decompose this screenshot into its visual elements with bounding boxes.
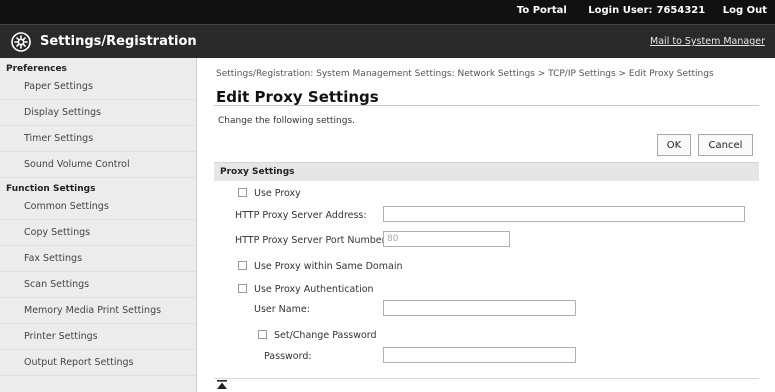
to-portal-link[interactable]: To Portal (517, 5, 567, 16)
set-password-checkbox[interactable] (258, 330, 267, 339)
sidebar-group-function-settings: Function Settings (6, 184, 96, 194)
same-domain-row: Use Proxy within Same Domain (238, 261, 402, 272)
sidebar-item-copy-settings[interactable]: Copy Settings (0, 220, 196, 246)
password-input[interactable] (383, 347, 576, 363)
sidebar-item-fax-settings[interactable]: Fax Settings (0, 246, 196, 272)
sidebar-item-paper-settings[interactable]: Paper Settings (0, 74, 196, 100)
http-port-label: HTTP Proxy Server Port Number: (235, 235, 389, 246)
sidebar-item-display-settings[interactable]: Display Settings (0, 100, 196, 126)
sidebar-item-scan-settings[interactable]: Scan Settings (0, 272, 196, 298)
page-title: Edit Proxy Settings (216, 88, 379, 106)
sidebar-item-timer-settings[interactable]: Timer Settings (0, 126, 196, 152)
sidebar-item-memory-media-print[interactable]: Memory Media Print Settings (0, 298, 196, 324)
gear-settings-icon (11, 32, 31, 52)
sidebar-item-output-report[interactable]: Output Report Settings (0, 350, 196, 376)
log-out-link[interactable]: Log Out (723, 5, 767, 16)
sidebar-group-preferences: Preferences (6, 64, 67, 74)
http-port-input[interactable] (383, 231, 510, 247)
set-password-row: Set/Change Password (258, 330, 377, 341)
use-proxy-label: Use Proxy (254, 188, 301, 199)
mail-system-manager-link[interactable]: Mail to System Manager (650, 36, 765, 47)
app-title: Settings/Registration (40, 34, 197, 49)
proxy-auth-row: Use Proxy Authentication (238, 284, 374, 295)
http-address-input[interactable] (383, 206, 745, 222)
proxy-settings-section-header: Proxy Settings (214, 162, 759, 181)
same-domain-label: Use Proxy within Same Domain (254, 261, 403, 272)
set-password-label: Set/Change Password (274, 330, 377, 341)
section-title: Proxy Settings (220, 167, 295, 177)
instruction-text: Change the following settings. (218, 116, 356, 126)
cancel-button[interactable]: Cancel (698, 134, 753, 156)
title-divider (214, 105, 759, 106)
sidebar-item-sound-volume[interactable]: Sound Volume Control (0, 152, 196, 178)
header-bar: Settings/Registration Mail to System Man… (0, 24, 775, 58)
login-user-value: 7654321 (656, 5, 706, 16)
proxy-auth-label: Use Proxy Authentication (254, 284, 374, 295)
breadcrumb: Settings/Registration: System Management… (216, 69, 714, 79)
top-links: To Portal Login User: 7654321 Log Out (503, 5, 767, 16)
use-proxy-row: Use Proxy (238, 188, 301, 199)
scroll-to-top-icon[interactable] (216, 380, 228, 390)
same-domain-checkbox[interactable] (238, 261, 247, 270)
sidebar-item-common-settings[interactable]: Common Settings (0, 194, 196, 220)
use-proxy-checkbox[interactable] (238, 188, 247, 197)
proxy-auth-checkbox[interactable] (238, 284, 247, 293)
bottom-divider (214, 378, 759, 379)
user-name-input[interactable] (383, 300, 576, 316)
user-name-label: User Name: (254, 304, 310, 315)
password-label: Password: (264, 351, 312, 362)
login-user-label: Login User: (588, 5, 653, 16)
ok-button[interactable]: OK (657, 134, 691, 156)
main-content: Settings/Registration: System Management… (214, 58, 759, 392)
sidebar-item-printer-settings[interactable]: Printer Settings (0, 324, 196, 350)
top-bar: To Portal Login User: 7654321 Log Out (0, 0, 775, 24)
sidebar: Preferences Paper Settings Display Setti… (0, 58, 197, 392)
http-address-label: HTTP Proxy Server Address: (235, 210, 367, 221)
